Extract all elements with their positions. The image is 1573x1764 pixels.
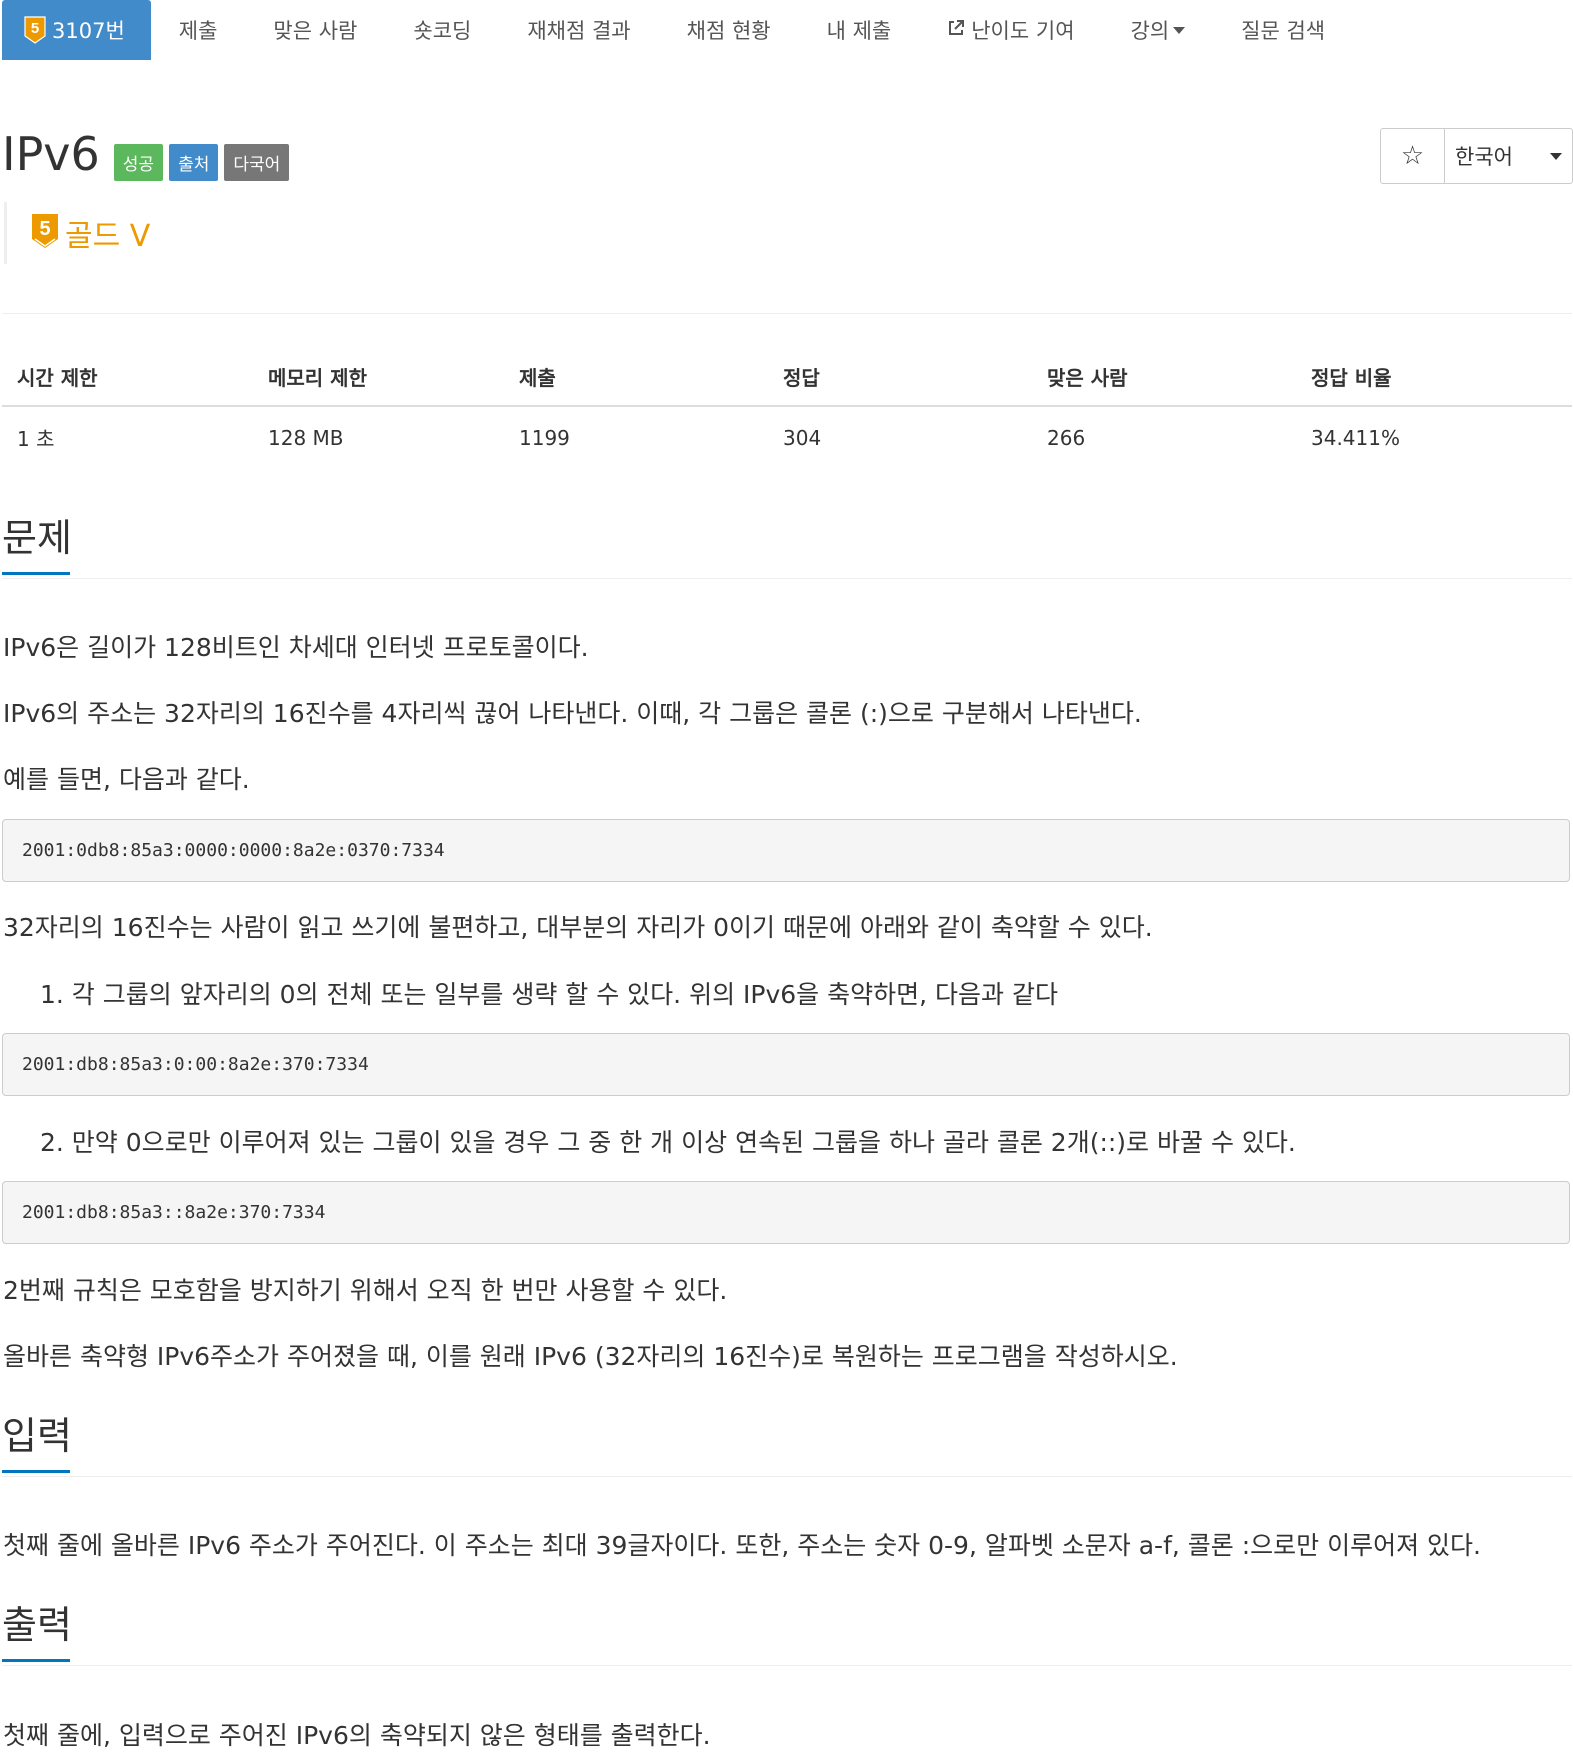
section-title: 입력 <box>2 1414 72 1458</box>
label-source[interactable]: 출처 <box>169 143 219 181</box>
section-description-header: 문제 <box>2 514 72 575</box>
tab-short-coding[interactable]: 숏코딩 <box>385 0 499 60</box>
code-block: 2001:db8:85a3:0:00:8a2e:370:7334 <box>2 1033 1570 1096</box>
section-underline <box>2 1659 70 1662</box>
table-row: 1 초 128 MB 1199 304 266 34.411% <box>2 406 1572 468</box>
caret-down-icon <box>1550 152 1562 160</box>
description-paragraph: 2번째 규칙은 모호함을 방지하기 위해서 오직 한 번만 사용할 수 있다. <box>3 1276 728 1305</box>
problem-actions: ☆ 한국어 <box>1380 128 1573 184</box>
list-item: 1. 각 그룹의 앞자리의 0의 전체 또는 일부를 생략 할 수 있다. 위의… <box>40 980 1058 1009</box>
section-divider <box>2 1476 1572 1477</box>
list-item: 2. 만약 0으로만 이루어져 있는 그룹이 있을 경우 그 중 한 개 이상 … <box>40 1128 1296 1157</box>
divider <box>2 313 1572 314</box>
section-divider <box>2 1665 1572 1666</box>
memory-limit-value: 128 MB <box>268 425 344 450</box>
tab-my-submissions[interactable]: 내 제출 <box>799 0 920 60</box>
external-link-icon <box>947 18 965 42</box>
submissions-value: 1199 <box>519 425 570 450</box>
problem-title-row: IPv6 성공 출처 다국어 <box>2 124 290 184</box>
language-select-button[interactable]: 한국어 <box>1445 129 1572 183</box>
tab-rejudge-results[interactable]: 재채점 결과 <box>499 0 658 60</box>
time-limit-value: 1 초 <box>17 427 55 451</box>
svg-text:5: 5 <box>39 218 50 240</box>
tab-difficulty-contribution[interactable]: 난이도 기여 <box>919 0 1102 60</box>
tab-problem-number[interactable]: 5 3107번 <box>2 0 151 60</box>
header-time-limit: 시간 제한 <box>2 350 253 407</box>
table-header-row: 시간 제한 메모리 제한 제출 정답 맞은 사람 정답 비율 <box>2 350 1572 407</box>
tab-correct-users[interactable]: 맞은 사람 <box>245 0 385 60</box>
star-icon: ☆ <box>1400 141 1425 171</box>
star-button[interactable]: ☆ <box>1381 129 1445 183</box>
description-paragraph: 예를 들면, 다음과 같다. <box>3 765 250 794</box>
problem-tier: 5 골드 V <box>4 202 150 264</box>
tab-question-search[interactable]: 질문 검색 <box>1213 0 1353 60</box>
problem-menu-tabs: 5 3107번 제출 맞은 사람 숏코딩 재채점 결과 채점 현황 내 제출 난… <box>2 0 1353 60</box>
tab-lectures-dropdown[interactable]: 강의 <box>1103 0 1214 60</box>
header-accept-ratio: 정답 비율 <box>1296 350 1572 407</box>
correct-users-value: 266 <box>1047 425 1086 450</box>
language-label: 한국어 <box>1455 145 1513 169</box>
header-accepted: 정답 <box>768 350 1032 407</box>
problem-title: IPv6 <box>2 127 100 181</box>
label-success: 성공 <box>113 143 164 181</box>
section-title: 문제 <box>2 516 72 560</box>
tab-label: 강의 <box>1130 19 1170 43</box>
description-paragraph: IPv6의 주소는 32자리의 16진수를 4자리씩 끊어 나타낸다. 이때, … <box>3 699 1142 728</box>
section-title: 출력 <box>2 1603 72 1647</box>
accept-ratio-value: 34.411% <box>1311 425 1400 450</box>
description-paragraph: 32자리의 16진수는 사람이 읽고 쓰기에 불편하고, 대부분의 자리가 0이… <box>3 913 1153 942</box>
output-description: 첫째 줄에, 입력으로 주어진 IPv6의 축약되지 않은 형태를 출력한다. <box>3 1721 711 1750</box>
description-paragraph: 올바른 축약형 IPv6주소가 주어졌을 때, 이를 원래 IPv6 (32자리… <box>3 1342 1178 1371</box>
label-multilingual: 다국어 <box>224 143 290 181</box>
gold-tier-icon: 5 <box>31 213 59 253</box>
caret-down-icon <box>1173 26 1186 34</box>
header-correct-users: 맞은 사람 <box>1032 350 1296 407</box>
section-input-header: 입력 <box>2 1412 72 1473</box>
code-block: 2001:db8:85a3::8a2e:370:7334 <box>2 1181 1570 1244</box>
tab-label: 3107번 <box>52 19 125 43</box>
code-block: 2001:0db8:85a3:0000:0000:8a2e:0370:7334 <box>2 819 1570 882</box>
problem-info-table: 시간 제한 메모리 제한 제출 정답 맞은 사람 정답 비율 1 초 128 M… <box>2 350 1572 468</box>
tab-label: 난이도 기여 <box>971 19 1075 43</box>
input-description: 첫째 줄에 올바른 IPv6 주소가 주어진다. 이 주소는 최대 39글자이다… <box>3 1531 1481 1560</box>
header-memory-limit: 메모리 제한 <box>253 350 504 407</box>
header-submissions: 제출 <box>504 350 768 407</box>
section-divider <box>2 578 1572 579</box>
gold-tier-icon: 5 <box>24 16 46 44</box>
section-underline <box>2 1470 70 1473</box>
problem-page: 5 3107번 제출 맞은 사람 숏코딩 재채점 결과 채점 현황 내 제출 난… <box>0 0 1573 1764</box>
section-underline <box>2 572 70 575</box>
section-output-header: 출력 <box>2 1601 72 1662</box>
tab-submit[interactable]: 제출 <box>151 0 246 60</box>
tier-name[interactable]: 골드 V <box>65 211 150 255</box>
accepted-value: 304 <box>783 425 822 450</box>
tab-judge-status[interactable]: 채점 현황 <box>659 0 799 60</box>
description-paragraph: IPv6은 길이가 128비트인 차세대 인터넷 프로토콜이다. <box>3 633 589 662</box>
svg-text:5: 5 <box>31 20 39 37</box>
